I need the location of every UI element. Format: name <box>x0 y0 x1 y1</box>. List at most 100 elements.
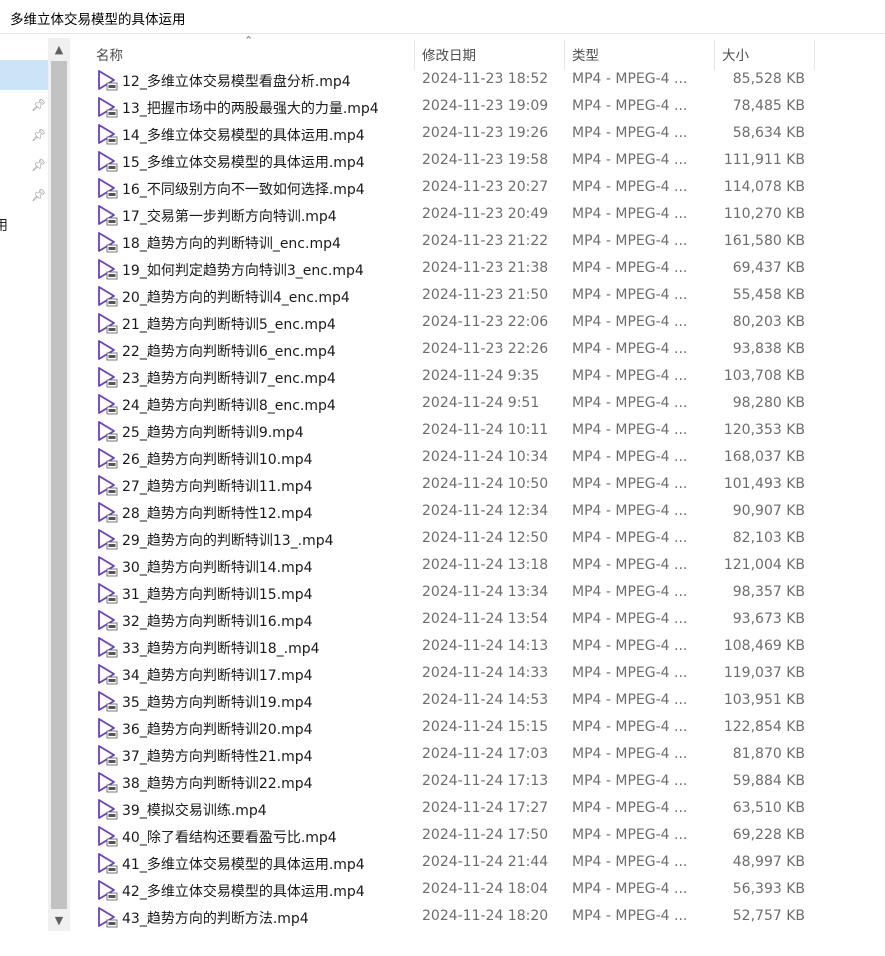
file-row[interactable]: 38_趋势方向判断特训22.mp4 2024-11-24 17:13 MP4 -… <box>72 768 832 795</box>
file-row[interactable]: 26_趋势方向判断特训10.mp4 2024-11-24 10:34 MP4 -… <box>72 444 832 471</box>
video-file-icon <box>98 97 118 118</box>
sort-up-icon: ⌃ <box>244 34 254 47</box>
file-row[interactable]: 12_多维立体交易模型看盘分析.mp4 2024-11-23 18:52 MP4… <box>72 66 832 93</box>
pin-icon[interactable]: 📌︎ <box>31 98 46 112</box>
file-row[interactable]: 20_趋势方向的判断特训4_enc.mp4 2024-11-23 21:50 M… <box>72 282 832 309</box>
file-row[interactable]: 39_模拟交易训练.mp4 2024-11-24 17:27 MP4 - MPE… <box>72 795 832 822</box>
file-row[interactable]: 25_趋势方向判断特训9.mp4 2024-11-24 10:11 MP4 - … <box>72 417 832 444</box>
file-size: 55,458 KB <box>732 287 805 303</box>
file-size: 69,228 KB <box>732 827 805 843</box>
file-type: MP4 - MPEG-4 ... <box>572 530 688 546</box>
scroll-down-arrow-icon[interactable]: ▼ <box>48 909 70 931</box>
file-date: 2024-11-23 21:50 <box>422 287 549 303</box>
pin-icon[interactable]: 📌︎ <box>31 128 46 142</box>
file-date: 2024-11-24 15:15 <box>422 719 549 735</box>
file-type: MP4 - MPEG-4 ... <box>572 71 688 87</box>
file-date: 2024-11-23 20:27 <box>422 179 549 195</box>
file-date: 2024-11-24 14:13 <box>422 638 549 654</box>
file-name: 25_趋势方向判断特训9.mp4 <box>122 425 304 441</box>
file-type: MP4 - MPEG-4 ... <box>572 449 688 465</box>
file-row[interactable]: 24_趋势方向判断特训8_enc.mp4 2024-11-24 9:51 MP4… <box>72 390 832 417</box>
file-size: 98,357 KB <box>732 584 805 600</box>
file-row[interactable]: 43_趋势方向的判断方法.mp4 2024-11-24 18:20 MP4 - … <box>72 903 832 930</box>
title-bar: 多维立体交易模型的具体运用 <box>0 0 885 34</box>
file-row[interactable]: 15_多维立体交易模型的具体运用.mp4 2024-11-23 19:58 MP… <box>72 147 832 174</box>
file-row[interactable]: 40_除了看结构还要看盈亏比.mp4 2024-11-24 17:50 MP4 … <box>72 822 832 849</box>
file-row[interactable]: 13_把握市场中的两股最强大的力量.mp4 2024-11-23 19:09 M… <box>72 93 832 120</box>
video-file-icon <box>98 799 118 820</box>
nav-scrollbar[interactable]: ▲ ▼ <box>48 38 70 931</box>
video-file-icon <box>98 880 118 901</box>
file-row[interactable]: 23_趋势方向判断特训7_enc.mp4 2024-11-24 9:35 MP4… <box>72 363 832 390</box>
file-size: 108,469 KB <box>723 638 805 654</box>
file-type: MP4 - MPEG-4 ... <box>572 611 688 627</box>
file-name: 29_趋势方向的判断特训13_.mp4 <box>122 533 334 549</box>
file-row[interactable]: 28_趋势方向判断特性12.mp4 2024-11-24 12:34 MP4 -… <box>72 498 832 525</box>
file-type: MP4 - MPEG-4 ... <box>572 557 688 573</box>
file-row[interactable]: 17_交易第一步判断方向特训.mp4 2024-11-23 20:49 MP4 … <box>72 201 832 228</box>
file-row[interactable]: 22_趋势方向判断特训6_enc.mp4 2024-11-23 22:26 MP… <box>72 336 832 363</box>
file-row[interactable]: 31_趋势方向判断特训15.mp4 2024-11-24 13:34 MP4 -… <box>72 579 832 606</box>
video-file-icon <box>98 556 118 577</box>
file-type: MP4 - MPEG-4 ... <box>572 719 688 735</box>
file-type: MP4 - MPEG-4 ... <box>572 314 688 330</box>
file-size: 120,353 KB <box>723 422 805 438</box>
pin-icon[interactable]: 📌︎ <box>31 158 46 172</box>
file-type: MP4 - MPEG-4 ... <box>572 260 688 276</box>
file-row[interactable]: 33_趋势方向判断特训18_.mp4 2024-11-24 14:13 MP4 … <box>72 633 832 660</box>
file-row[interactable]: 18_趋势方向的判断特训_enc.mp4 2024-11-23 21:22 MP… <box>72 228 832 255</box>
file-list: 12_多维立体交易模型看盘分析.mp4 2024-11-23 18:52 MP4… <box>72 66 832 930</box>
file-row[interactable]: 41_多维立体交易模型的具体运用.mp4 2024-11-24 21:44 MP… <box>72 849 832 876</box>
file-date: 2024-11-24 13:18 <box>422 557 549 573</box>
file-type: MP4 - MPEG-4 ... <box>572 125 688 141</box>
file-row[interactable]: 30_趋势方向判断特训14.mp4 2024-11-24 13:18 MP4 -… <box>72 552 832 579</box>
file-row[interactable]: 16_不同级别方向不一致如何选择.mp4 2024-11-23 20:27 MP… <box>72 174 832 201</box>
file-name: 23_趋势方向判断特训7_enc.mp4 <box>122 371 336 387</box>
file-size: 69,437 KB <box>732 260 805 276</box>
file-date: 2024-11-24 12:34 <box>422 503 549 519</box>
file-type: MP4 - MPEG-4 ... <box>572 422 688 438</box>
nav-item-selected[interactable] <box>0 60 48 90</box>
video-file-icon <box>98 151 118 172</box>
file-name: 34_趋势方向判断特训17.mp4 <box>122 668 313 684</box>
video-file-icon <box>98 826 118 847</box>
file-row[interactable]: 14_多维立体交易模型的具体运用.mp4 2024-11-23 19:26 MP… <box>72 120 832 147</box>
file-size: 59,884 KB <box>732 773 805 789</box>
video-file-icon <box>98 286 118 307</box>
file-size: 85,528 KB <box>732 71 805 87</box>
file-name: 40_除了看结构还要看盈亏比.mp4 <box>122 830 337 846</box>
file-size: 63,510 KB <box>732 800 805 816</box>
file-row[interactable]: 42_多维立体交易模型的具体运用.mp4 2024-11-24 18:04 MP… <box>72 876 832 903</box>
file-row[interactable]: 21_趋势方向判断特训5_enc.mp4 2024-11-23 22:06 MP… <box>72 309 832 336</box>
file-name: 28_趋势方向判断特性12.mp4 <box>122 506 313 522</box>
file-row[interactable]: 29_趋势方向的判断特训13_.mp4 2024-11-24 12:50 MP4… <box>72 525 832 552</box>
file-row[interactable]: 27_趋势方向判断特训11.mp4 2024-11-24 10:50 MP4 -… <box>72 471 832 498</box>
video-file-icon <box>98 664 118 685</box>
file-date: 2024-11-24 18:20 <box>422 908 549 924</box>
file-name: 39_模拟交易训练.mp4 <box>122 803 267 819</box>
video-file-icon <box>98 313 118 334</box>
file-row[interactable]: 19_如何判定趋势方向特训3_enc.mp4 2024-11-23 21:38 … <box>72 255 832 282</box>
file-date: 2024-11-23 21:22 <box>422 233 549 249</box>
pin-icon[interactable]: 📌︎ <box>31 188 46 202</box>
file-size: 98,280 KB <box>732 395 805 411</box>
file-name: 15_多维立体交易模型的具体运用.mp4 <box>122 155 365 171</box>
file-type: MP4 - MPEG-4 ... <box>572 287 688 303</box>
file-type: MP4 - MPEG-4 ... <box>572 773 688 789</box>
file-date: 2024-11-24 10:50 <box>422 476 549 492</box>
file-size: 103,951 KB <box>723 692 805 708</box>
file-row[interactable]: 35_趋势方向判断特训19.mp4 2024-11-24 14:53 MP4 -… <box>72 687 832 714</box>
scroll-up-arrow-icon[interactable]: ▲ <box>48 38 70 60</box>
file-size: 121,004 KB <box>723 557 805 573</box>
file-row[interactable]: 37_趋势方向判断特性21.mp4 2024-11-24 17:03 MP4 -… <box>72 741 832 768</box>
file-row[interactable]: 32_趋势方向判断特训16.mp4 2024-11-24 13:54 MP4 -… <box>72 606 832 633</box>
file-row[interactable]: 36_趋势方向判断特训20.mp4 2024-11-24 15:15 MP4 -… <box>72 714 832 741</box>
file-date: 2024-11-24 17:03 <box>422 746 549 762</box>
file-row[interactable]: 34_趋势方向判断特训17.mp4 2024-11-24 14:33 MP4 -… <box>72 660 832 687</box>
file-date: 2024-11-23 22:06 <box>422 314 549 330</box>
video-file-icon <box>98 70 118 91</box>
scroll-thumb[interactable] <box>51 61 67 909</box>
file-type: MP4 - MPEG-4 ... <box>572 584 688 600</box>
file-name: 30_趋势方向判断特训14.mp4 <box>122 560 313 576</box>
file-type: MP4 - MPEG-4 ... <box>572 233 688 249</box>
